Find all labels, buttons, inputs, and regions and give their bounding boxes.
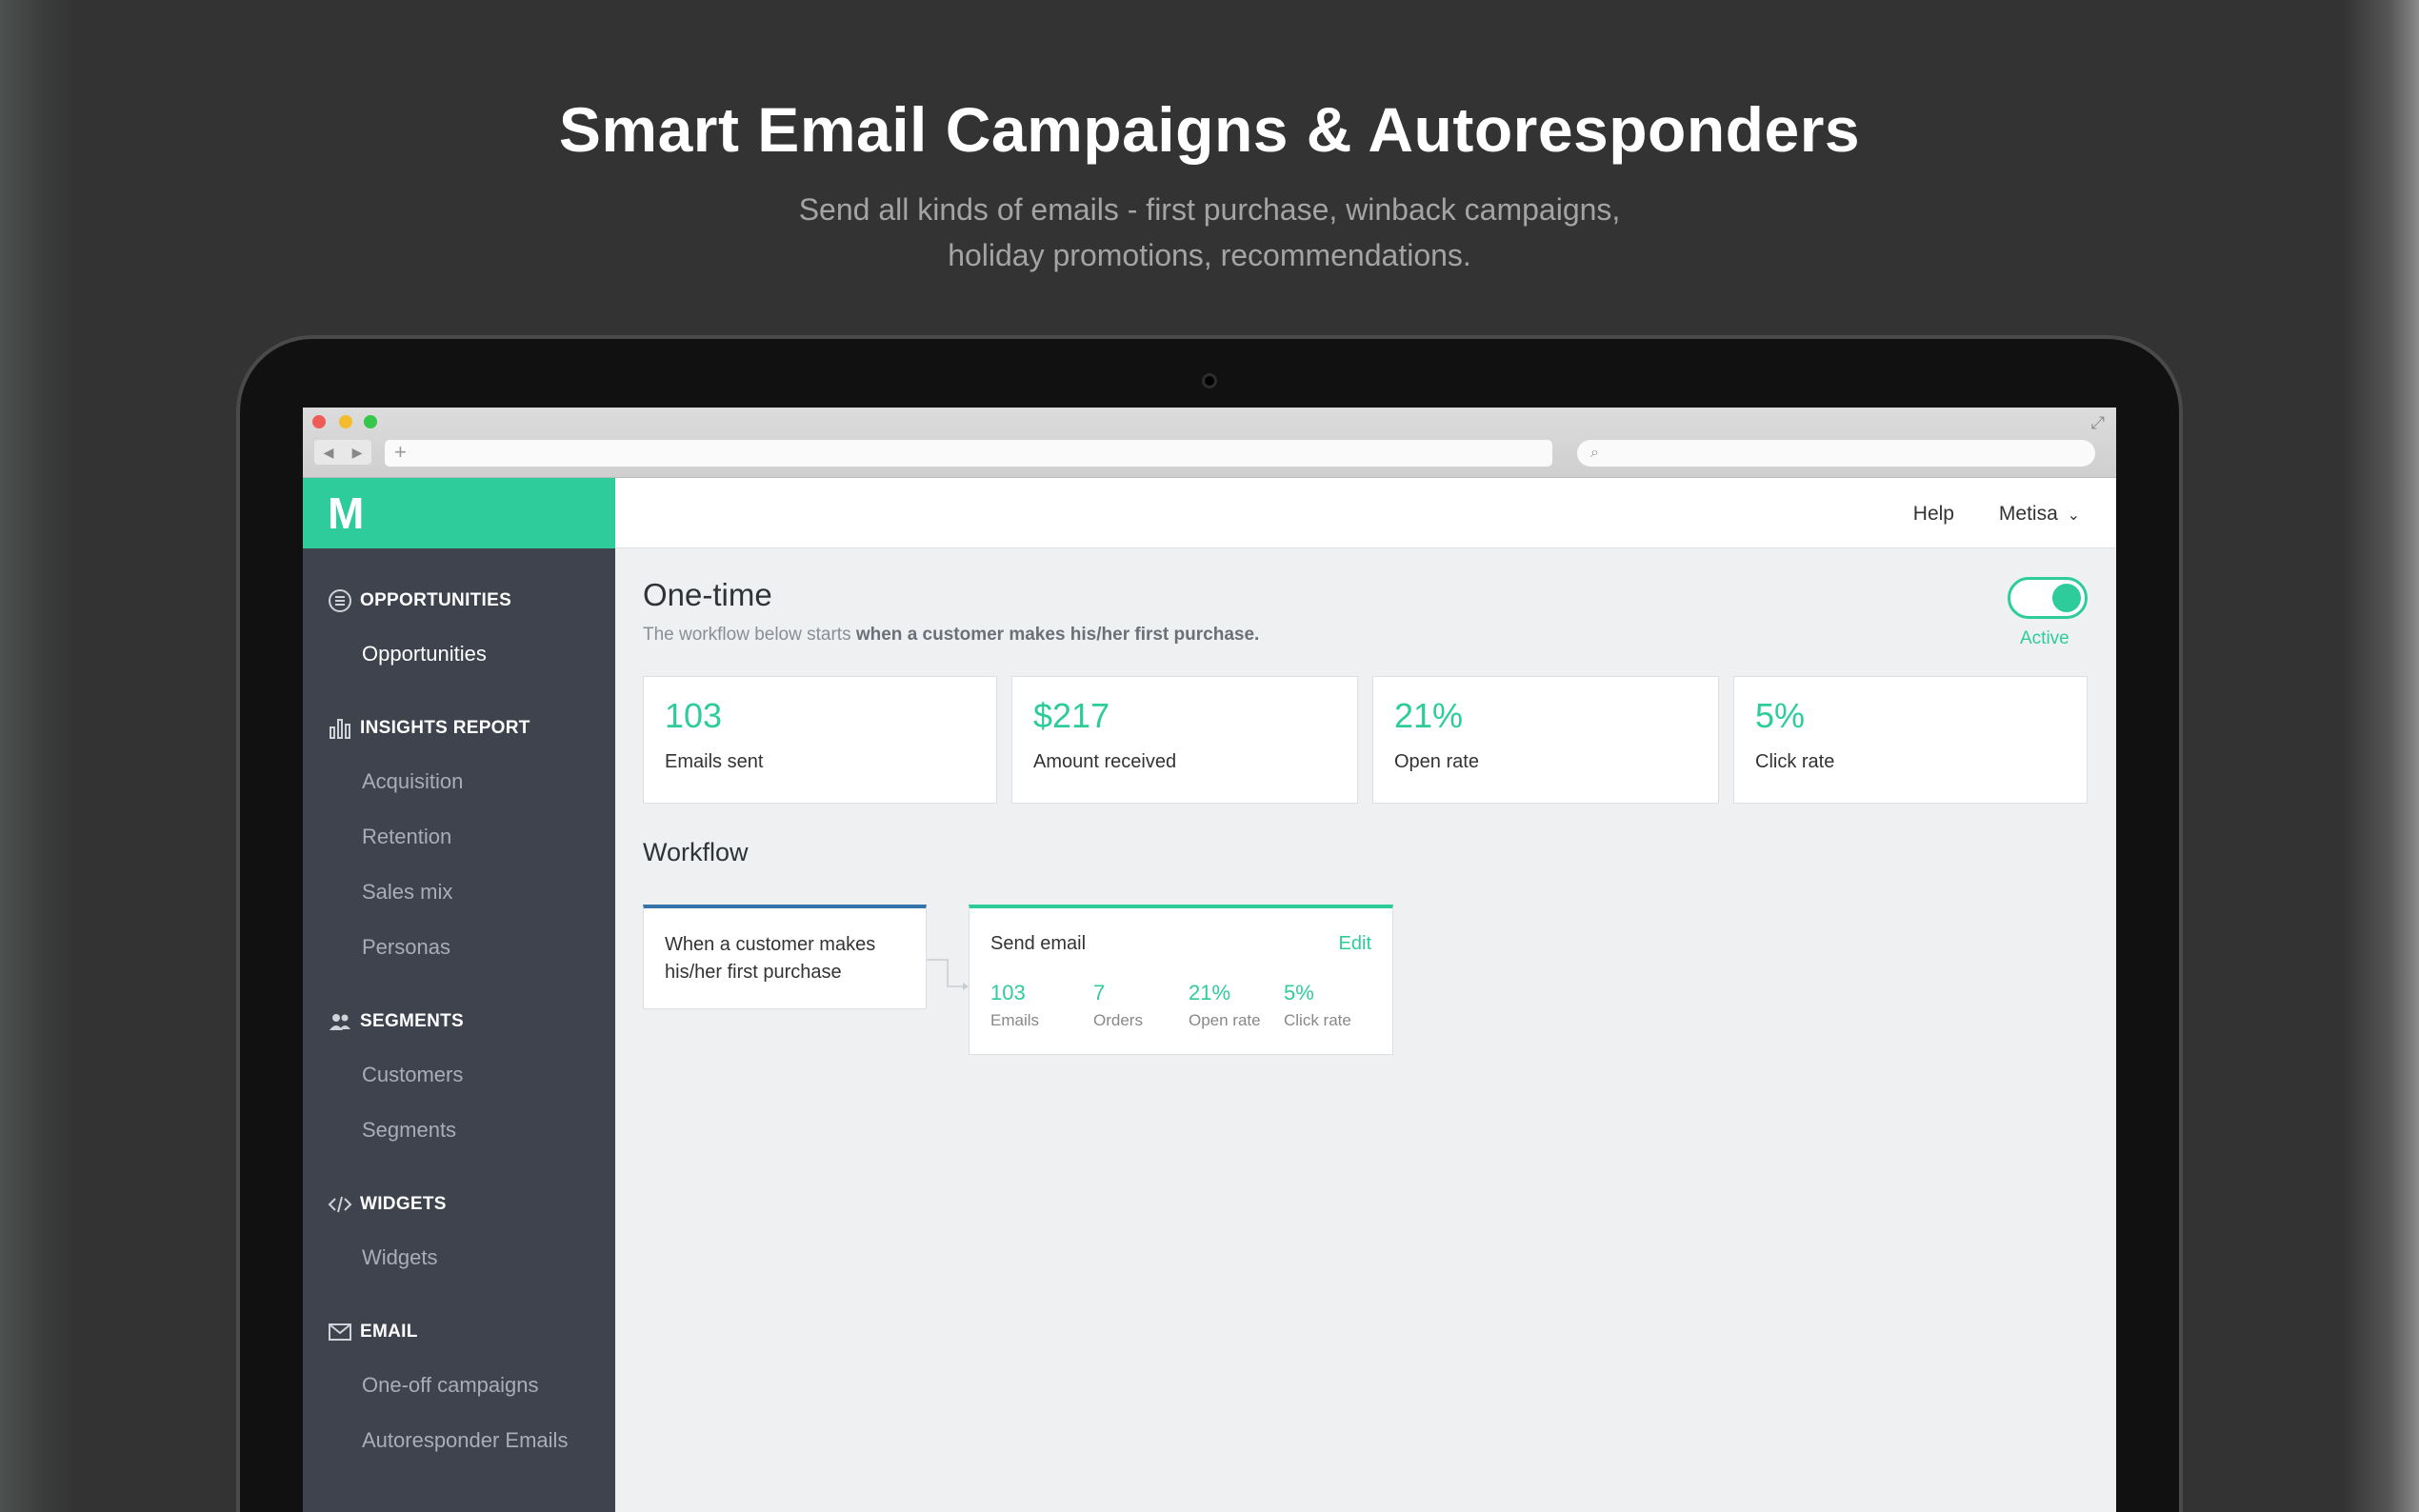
close-window-button[interactable]	[312, 415, 326, 428]
sidebar-section-title: EMAIL	[360, 1322, 418, 1342]
browser-search-input[interactable]: ⌕	[1577, 440, 2095, 467]
active-status-label: Active	[2020, 628, 2069, 648]
sidebar-section-email: EMAIL	[328, 1320, 418, 1344]
app-logo[interactable]: M	[303, 478, 615, 548]
metric-label: Click rate	[1284, 1011, 1351, 1029]
bar-chart-icon	[328, 716, 352, 741]
stat-card-click-rate: 5% Click rate	[1733, 676, 2088, 804]
sidebar-item-personas[interactable]: Personas	[362, 935, 450, 960]
page-headline: Smart Email Campaigns & Autoresponders	[558, 94, 1861, 165]
send-metric-orders: 7 Orders	[1093, 981, 1143, 1030]
stat-label: Amount received	[1033, 751, 1177, 772]
sidebar: OPPORTUNITIES Opportunities INSIGHTS REP…	[303, 548, 615, 1512]
sidebar-section-title: OPPORTUNITIES	[360, 590, 512, 610]
stat-value: 103	[665, 696, 723, 735]
webcam-icon	[1202, 373, 1217, 388]
zoom-window-button[interactable]	[364, 415, 377, 428]
search-icon: ⌕	[1590, 445, 1599, 461]
page-subtitle: Send all kinds of emails - first purchas…	[0, 187, 2419, 278]
stat-label: Emails sent	[665, 751, 764, 772]
metric-value: 7	[1093, 981, 1106, 1005]
sidebar-section-opportunities: OPPORTUNITIES	[328, 588, 511, 613]
stat-card-open-rate: 21% Open rate	[1372, 676, 1719, 804]
page-title: One-time	[643, 577, 772, 612]
sidebar-section-title: INSIGHTS REPORT	[360, 718, 530, 738]
sidebar-item-opportunities[interactable]: Opportunities	[362, 642, 487, 666]
envelope-icon	[328, 1320, 352, 1344]
browser-chrome: ◀ ▶ + ⌕ ⤢	[303, 408, 2116, 478]
sidebar-section-segments: SEGMENTS	[328, 1009, 464, 1034]
metric-label: Orders	[1093, 1011, 1143, 1029]
toggle-knob	[2052, 584, 2081, 612]
laptop-screen: ◀ ▶ + ⌕ ⤢ M Help Metisa ⌄ OPPORTUNITIES …	[303, 408, 2116, 1512]
send-metric-emails: 103 Emails	[990, 981, 1039, 1030]
minimize-window-button[interactable]	[339, 415, 352, 428]
stat-value: $217	[1033, 696, 1110, 735]
sidebar-section-title: WIDGETS	[360, 1194, 447, 1214]
workflow-description-trigger: when a customer makes his/her first purc…	[855, 625, 1260, 645]
sidebar-item-acquisition[interactable]: Acquisition	[362, 769, 463, 794]
metric-label: Open rate	[1189, 1011, 1261, 1029]
list-circle-icon	[328, 588, 352, 613]
workflow-description: The workflow below starts when a custome…	[643, 625, 1259, 646]
sidebar-item-customers[interactable]: Customers	[362, 1063, 463, 1087]
sidebar-item-autoresponder-emails[interactable]: Autoresponder Emails	[362, 1428, 568, 1453]
page-subtitle-line-2: holiday promotions, recommendations.	[948, 238, 1471, 272]
chevron-down-icon: ⌄	[2067, 507, 2080, 524]
stat-value: 5%	[1755, 696, 1806, 735]
active-toggle[interactable]	[2008, 577, 2088, 619]
sidebar-item-retention[interactable]: Retention	[362, 825, 451, 849]
metric-value: 21%	[1189, 981, 1231, 1005]
fullscreen-icon[interactable]: ⤢	[2091, 413, 2105, 433]
stat-label: Click rate	[1755, 751, 1835, 772]
sidebar-item-widgets[interactable]: Widgets	[362, 1245, 437, 1270]
sidebar-item-one-off-campaigns[interactable]: One-off campaigns	[362, 1373, 538, 1398]
sidebar-item-segments[interactable]: Segments	[362, 1118, 456, 1143]
workflow-description-prefix: The workflow below starts	[643, 625, 856, 645]
forward-icon[interactable]: ▶	[352, 445, 363, 461]
stat-card-amount-received: $217 Amount received	[1011, 676, 1358, 804]
workflow-connector	[927, 959, 969, 990]
workflow-trigger-card[interactable]: When a customer makes his/her first purc…	[643, 905, 927, 1009]
page-subtitle-line-1: Send all kinds of emails - first purchas…	[798, 192, 1621, 227]
sidebar-item-sales-mix[interactable]: Sales mix	[362, 880, 452, 905]
code-icon	[328, 1192, 352, 1217]
app-topbar: Help Metisa ⌄	[615, 478, 2116, 548]
send-email-card[interactable]: Send email Edit 103 Emails 7 Orders 21% …	[969, 905, 1393, 1055]
browser-nav-buttons: ◀ ▶	[314, 440, 371, 465]
metric-value: 5%	[1284, 981, 1314, 1005]
edit-link[interactable]: Edit	[1339, 933, 1371, 955]
new-tab-icon[interactable]: +	[394, 440, 407, 464]
address-bar[interactable]: +	[385, 440, 1552, 467]
user-name: Metisa	[1998, 503, 2058, 525]
sidebar-section-widgets: WIDGETS	[328, 1192, 447, 1217]
stat-card-emails-sent: 103 Emails sent	[643, 676, 997, 804]
sidebar-section-title: SEGMENTS	[360, 1011, 465, 1031]
users-icon	[328, 1009, 352, 1034]
send-metric-click-rate: 5% Click rate	[1284, 981, 1351, 1030]
stat-value: 21%	[1394, 696, 1464, 735]
metric-value: 103	[990, 981, 1026, 1005]
back-icon[interactable]: ◀	[324, 445, 334, 461]
send-email-title: Send email	[990, 933, 1087, 954]
user-menu[interactable]: Metisa ⌄	[1999, 503, 2080, 526]
send-metric-open-rate: 21% Open rate	[1189, 981, 1261, 1030]
trigger-text: When a customer makes his/her first purc…	[665, 934, 876, 983]
metric-label: Emails	[990, 1011, 1040, 1029]
workflow-heading: Workflow	[643, 838, 749, 866]
help-link[interactable]: Help	[1913, 503, 1954, 526]
stat-label: Open rate	[1394, 751, 1479, 772]
sidebar-section-insights-report: INSIGHTS REPORT	[328, 716, 530, 741]
